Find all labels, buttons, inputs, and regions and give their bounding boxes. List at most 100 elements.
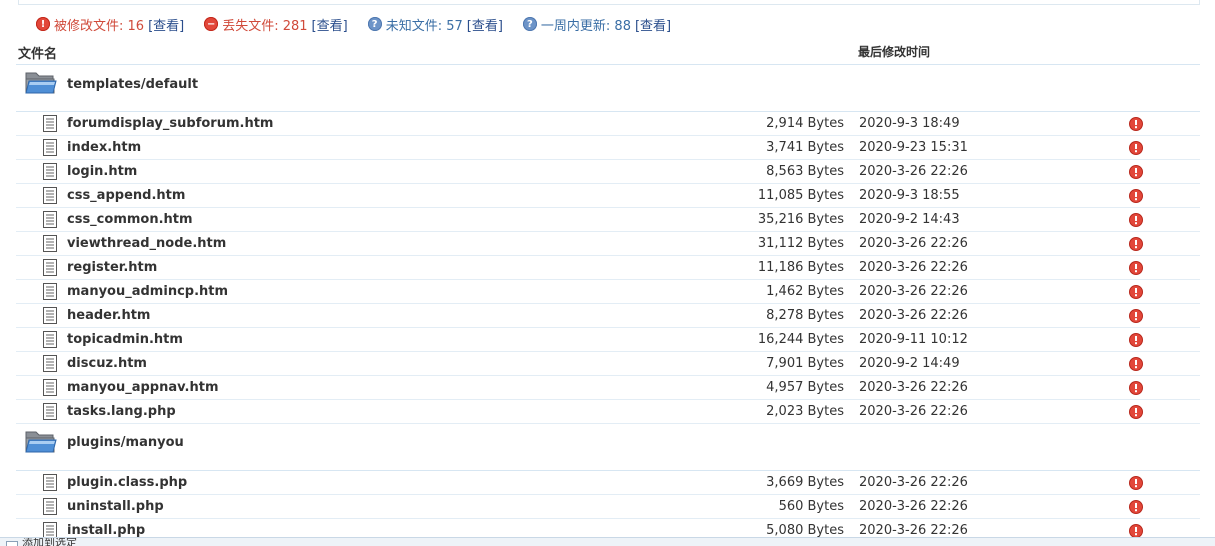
file-modified-time: 2020-9-2 14:43: [859, 212, 960, 227]
view-modified-link[interactable]: [查看]: [148, 15, 184, 34]
modified-warning-icon: [1129, 141, 1143, 155]
file-name: login.htm: [67, 164, 138, 179]
file-modified-time: 2020-9-3 18:49: [859, 116, 960, 131]
select-all-checkbox[interactable]: [6, 541, 18, 546]
modified-warning-icon: [1129, 189, 1143, 203]
modified-warning-icon: [1129, 524, 1143, 538]
directory-row: templates/default: [16, 65, 1200, 112]
file-name: css_append.htm: [67, 188, 186, 203]
file-icon: [43, 283, 57, 304]
check-summary: ! 被修改文件: 16 [查看] − 丢失文件: 281 [查看] ? 未知文件…: [36, 15, 691, 34]
file-modified-time: 2020-3-26 22:26: [859, 523, 968, 538]
file-modified-time: 2020-3-26 22:26: [859, 308, 968, 323]
file-icon: [43, 331, 57, 352]
modified-warning-icon: [1129, 309, 1143, 323]
modified-warning-icon: [1129, 261, 1143, 275]
file-icon: [43, 187, 57, 208]
file-icon: [43, 379, 57, 400]
file-row: header.htm 8,278 Bytes 2020-3-26 22:26: [16, 304, 1200, 328]
file-icon: [43, 307, 57, 328]
file-size: 11,186 Bytes: [757, 260, 844, 275]
modified-warning-icon: [1129, 165, 1143, 179]
file-size: 5,080 Bytes: [766, 523, 844, 538]
file-modified-time: 2020-3-26 22:26: [859, 404, 968, 419]
modified-warning-icon: [1129, 237, 1143, 251]
modified-warning-icon: [1129, 333, 1143, 347]
file-icon: [43, 115, 57, 136]
table-header: 文件名 最后修改时间: [16, 35, 1200, 65]
file-name: viewthread_node.htm: [67, 236, 227, 251]
exclamation-icon: !: [36, 17, 50, 31]
file-modified-time: 2020-3-26 22:26: [859, 260, 968, 275]
unknown-files-summary: ? 未知文件: 57 [查看]: [367, 15, 503, 34]
file-size: 2,914 Bytes: [766, 116, 844, 131]
file-name: manyou_admincp.htm: [67, 284, 229, 299]
file-size: 3,741 Bytes: [766, 140, 844, 155]
file-row: topicadmin.htm 16,244 Bytes 2020-9-11 10:1…: [16, 328, 1200, 352]
view-recent-link[interactable]: [查看]: [635, 15, 671, 34]
recent-files-summary: ? 一周内更新: 88 [查看]: [522, 15, 671, 34]
file-row: css_common.htm 35,216 Bytes 2020-9-2 14:43: [16, 208, 1200, 232]
folder-icon: [25, 69, 57, 99]
file-row: viewthread_node.htm 31,112 Bytes 2020-3-26…: [16, 232, 1200, 256]
file-row: login.htm 8,563 Bytes 2020-3-26 22:26: [16, 160, 1200, 184]
file-modified-time: 2020-3-26 22:26: [859, 499, 968, 514]
file-modified-time: 2020-3-26 22:26: [859, 164, 968, 179]
file-size: 35,216 Bytes: [757, 212, 844, 227]
file-row: index.htm 3,741 Bytes 2020-9-23 15:31: [16, 136, 1200, 160]
directory-name: plugins/manyou: [67, 435, 184, 450]
view-missing-link[interactable]: [查看]: [312, 15, 348, 34]
file-icon: [43, 163, 57, 184]
modified-warning-icon: [1129, 381, 1143, 395]
file-name: topicadmin.htm: [67, 332, 183, 347]
file-modified-time: 2020-3-26 22:26: [859, 380, 968, 395]
unknown-files-label: 未知文件: 57: [385, 18, 463, 34]
file-modified-time: 2020-9-11 10:12: [859, 332, 968, 347]
file-name: tasks.lang.php: [67, 404, 176, 419]
file-row: tasks.lang.php 2,023 Bytes 2020-3-26 22:26: [16, 400, 1200, 424]
file-icon: [43, 139, 57, 160]
file-size: 560 Bytes: [778, 499, 844, 514]
file-modified-time: 2020-9-2 14:49: [859, 356, 960, 371]
modified-warning-icon: [1129, 500, 1143, 514]
file-size: 8,278 Bytes: [766, 308, 844, 323]
file-name: uninstall.php: [67, 499, 164, 514]
file-row: plugin.class.php 3,669 Bytes 2020-3-26 22:…: [16, 471, 1200, 495]
file-modified-time: 2020-3-26 22:26: [859, 236, 968, 251]
question-icon: ?: [522, 17, 537, 31]
recent-files-label: 一周内更新: 88: [540, 18, 631, 34]
modified-files-label: 被修改文件: 16: [54, 18, 145, 34]
file-size: 31,112 Bytes: [757, 236, 844, 251]
modified-warning-icon: [1129, 213, 1143, 227]
file-modified-time: 2020-9-23 15:31: [859, 140, 968, 155]
view-unknown-link[interactable]: [查看]: [467, 15, 503, 34]
file-size: 4,957 Bytes: [766, 380, 844, 395]
file-icon: [43, 498, 57, 519]
modified-warning-icon: [1129, 357, 1143, 371]
folder-icon: [25, 428, 57, 458]
file-name: register.htm: [67, 260, 158, 275]
file-icon: [43, 235, 57, 256]
modified-warning-icon: [1129, 476, 1143, 490]
file-name: css_common.htm: [67, 212, 193, 227]
file-modified-time: 2020-3-26 22:26: [859, 284, 968, 299]
file-row: discuz.htm 7,901 Bytes 2020-9-2 14:49: [16, 352, 1200, 376]
file-name: discuz.htm: [67, 356, 147, 371]
column-filename: 文件名: [18, 47, 58, 62]
directory-row: plugins/manyou: [16, 424, 1200, 471]
minus-icon: −: [204, 17, 219, 31]
missing-files-summary: − 丢失文件: 281 [查看]: [204, 15, 348, 34]
file-name: forumdisplay_subforum.htm: [67, 116, 274, 131]
file-size: 1,462 Bytes: [766, 284, 844, 299]
file-name: install.php: [67, 523, 146, 538]
file-row: uninstall.php 560 Bytes 2020-3-26 22:26: [16, 495, 1200, 519]
file-icon: [43, 259, 57, 280]
modified-warning-icon: [1129, 285, 1143, 299]
modified-warning-icon: [1129, 117, 1143, 131]
file-icon: [43, 474, 57, 495]
file-row: manyou_admincp.htm 1,462 Bytes 2020-3-26 2…: [16, 280, 1200, 304]
file-size: 11,085 Bytes: [757, 188, 844, 203]
missing-files-label: 丢失文件: 281: [222, 18, 308, 34]
modified-files-summary: ! 被修改文件: 16 [查看]: [36, 15, 184, 34]
file-name: plugin.class.php: [67, 475, 188, 490]
